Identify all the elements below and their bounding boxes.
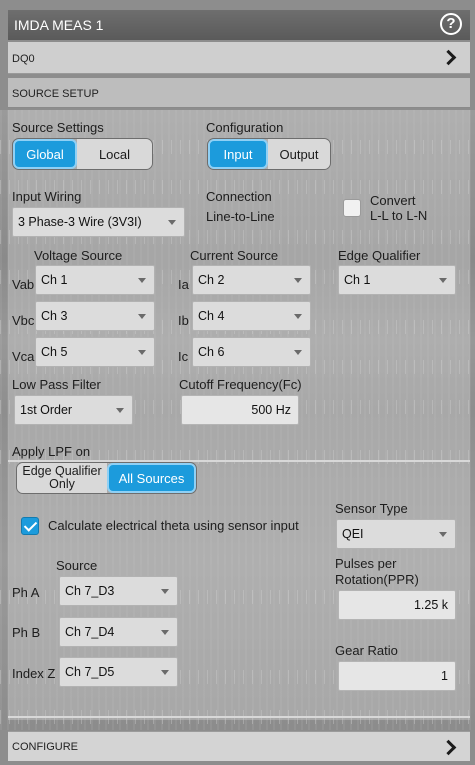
input-wiring-label: Input Wiring — [12, 189, 82, 204]
sensor-type-label: Sensor Type — [335, 501, 408, 516]
sensor-type-dropdown[interactable]: QEI — [336, 519, 456, 549]
gear-ratio-input[interactable]: 1 — [338, 661, 456, 691]
chevron-down-icon — [161, 670, 169, 675]
configure-label: CONFIGURE — [12, 741, 78, 753]
ppr-label: Pulses per Rotation(PPR) — [335, 556, 419, 588]
ph-a-label: Ph A — [12, 585, 40, 600]
edge-qualifier-dropdown[interactable]: Ch 1 — [338, 265, 456, 295]
connection-label: Connection — [206, 189, 272, 204]
low-pass-filter-label: Low Pass Filter — [12, 377, 101, 392]
vca-value: Ch 5 — [41, 345, 68, 359]
ppr-input[interactable]: 1.25 k — [338, 590, 456, 620]
convert-checkbox[interactable] — [343, 199, 361, 217]
vab-label: Vab — [12, 277, 35, 292]
source-settings-local[interactable]: Local — [77, 139, 152, 169]
check-icon — [23, 518, 38, 532]
window-title: IMDA MEAS 1 — [14, 17, 104, 33]
configuration-label: Configuration — [206, 120, 284, 135]
chevron-right-icon — [440, 739, 457, 756]
apply-lpf-edge-qualifier-line2: Only — [49, 477, 75, 491]
chevron-down-icon — [161, 589, 169, 594]
ph-b-label: Ph B — [12, 625, 41, 640]
input-wiring-dropdown[interactable]: 3 Phase-3 Wire (3V3I) — [12, 207, 185, 237]
configuration-output[interactable]: Output — [268, 139, 330, 169]
chevron-down-icon — [138, 350, 146, 355]
vab-value: Ch 1 — [41, 273, 68, 287]
ib-value: Ch 4 — [198, 309, 225, 323]
input-wiring-value: 3 Phase-3 Wire (3V3I) — [18, 215, 142, 229]
vbc-value: Ch 3 — [41, 309, 68, 323]
ph-a-dropdown[interactable]: Ch 7_D3 — [59, 576, 178, 606]
ic-dropdown[interactable]: Ch 6 — [192, 337, 311, 367]
gear-ratio-label: Gear Ratio — [335, 643, 398, 658]
chevron-down-icon — [294, 278, 302, 283]
low-pass-filter-dropdown[interactable]: 1st Order — [14, 395, 133, 425]
chevron-down-icon — [138, 278, 146, 283]
help-icon[interactable]: ? — [440, 13, 462, 35]
ph-a-value: Ch 7_D3 — [65, 584, 115, 598]
calculate-theta-label: Calculate electrical theta using sensor … — [48, 518, 299, 533]
chevron-down-icon — [294, 314, 302, 319]
chevron-down-icon — [168, 220, 176, 225]
chevron-down-icon — [439, 532, 447, 537]
source-settings-label: Source Settings — [12, 120, 104, 135]
ic-value: Ch 6 — [198, 345, 225, 359]
source-settings-global[interactable]: Global — [13, 139, 77, 169]
configure-row[interactable]: CONFIGURE — [8, 731, 470, 761]
vca-label: Vca — [12, 349, 35, 364]
vca-dropdown[interactable]: Ch 5 — [35, 337, 155, 367]
ia-label: Ia — [178, 277, 189, 292]
sensor-type-value: QEI — [342, 527, 364, 541]
vbc-dropdown[interactable]: Ch 3 — [35, 301, 155, 331]
convert-label-line2: L-L to L-N — [370, 208, 428, 223]
source-setup-header: SOURCE SETUP — [8, 78, 470, 108]
index-z-value: Ch 7_D5 — [65, 665, 115, 679]
apply-lpf-label: Apply LPF on — [12, 444, 91, 459]
cutoff-frequency-input[interactable]: 500 Hz — [181, 395, 299, 425]
chevron-down-icon — [116, 408, 124, 413]
convert-label: Convert L-L to L-N — [370, 193, 427, 223]
chevron-right-icon — [440, 49, 457, 66]
ppr-label-line1: Pulses per — [335, 556, 397, 571]
chevron-down-icon — [439, 278, 447, 283]
ia-dropdown[interactable]: Ch 2 — [192, 265, 311, 295]
cutoff-frequency-label: Cutoff Frequency(Fc) — [179, 377, 302, 392]
sensor-source-label: Source — [56, 558, 98, 573]
apply-lpf-all-sources[interactable]: All Sources — [107, 463, 196, 493]
dq0-label: DQ0 — [12, 53, 35, 65]
ppr-label-line2: Rotation(PPR) — [335, 572, 419, 587]
ib-dropdown[interactable]: Ch 4 — [192, 301, 311, 331]
apply-lpf-edge-qualifier-only[interactable]: Edge Qualifier Only — [17, 463, 107, 493]
ph-b-value: Ch 7_D4 — [65, 625, 115, 639]
calculate-theta-checkbox[interactable] — [21, 517, 39, 535]
chevron-down-icon — [161, 630, 169, 635]
source-setup-label: SOURCE SETUP — [12, 88, 99, 100]
low-pass-filter-value: 1st Order — [20, 403, 73, 417]
title-bar: IMDA MEAS 1 ? — [8, 10, 470, 40]
configuration-input[interactable]: Input — [208, 139, 268, 169]
ia-value: Ch 2 — [198, 273, 225, 287]
edge-qualifier-value: Ch 1 — [344, 273, 371, 287]
index-z-dropdown[interactable]: Ch 7_D5 — [59, 657, 178, 687]
divider — [8, 716, 470, 718]
source-settings-toggle[interactable]: Global Local — [12, 138, 153, 170]
apply-lpf-toggle[interactable]: Edge Qualifier Only All Sources — [16, 462, 197, 494]
ib-label: Ib — [178, 313, 189, 328]
configuration-toggle[interactable]: Input Output — [207, 138, 331, 170]
connection-value: Line-to-Line — [206, 209, 275, 224]
convert-label-line1: Convert — [370, 193, 416, 208]
chevron-down-icon — [138, 314, 146, 319]
ph-b-dropdown[interactable]: Ch 7_D4 — [59, 617, 178, 647]
vbc-label: Vbc — [12, 313, 35, 328]
edge-qualifier-label: Edge Qualifier — [338, 248, 421, 263]
index-z-label: Index Z — [12, 666, 56, 681]
dq0-row[interactable]: DQ0 — [8, 42, 470, 74]
ic-label: Ic — [178, 349, 189, 364]
chevron-down-icon — [294, 350, 302, 355]
vab-dropdown[interactable]: Ch 1 — [35, 265, 155, 295]
voltage-source-label: Voltage Source — [34, 248, 123, 263]
current-source-label: Current Source — [190, 248, 279, 263]
